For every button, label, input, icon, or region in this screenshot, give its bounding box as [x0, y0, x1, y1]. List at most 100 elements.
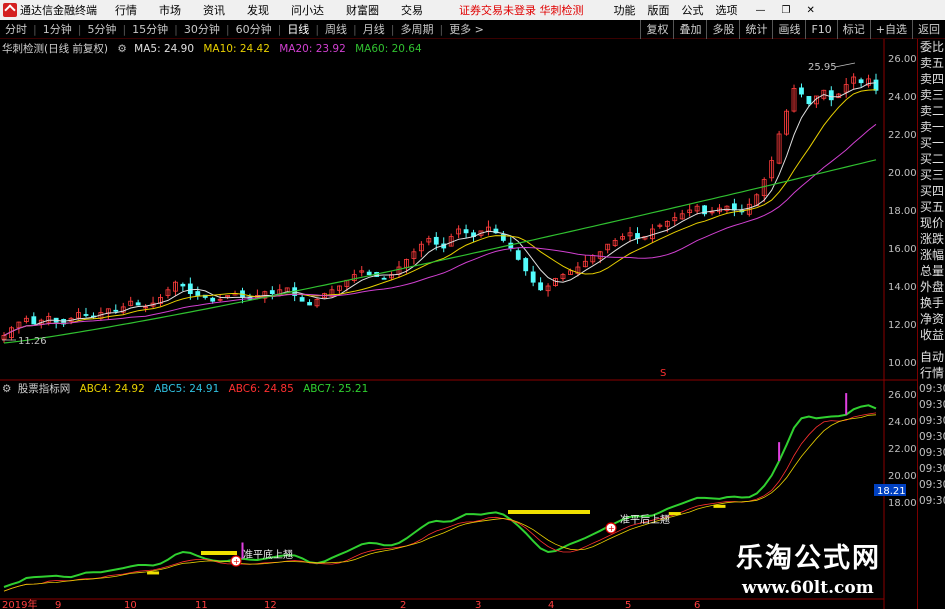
side-label[interactable]: 收益: [918, 327, 945, 343]
stock-chart[interactable]: 26.00 24.00 22.00 20.00 18.00 16.00 14.0…: [0, 39, 917, 609]
add-watchlist-button[interactable]: +自选: [869, 20, 912, 39]
candle-down: [135, 302, 141, 306]
price-tick: 18.00: [888, 498, 917, 509]
period-tab-60min[interactable]: 60分钟: [231, 21, 277, 37]
side-label[interactable]: 外盘: [918, 279, 945, 295]
adjust-button[interactable]: 复权: [640, 20, 673, 39]
candle-down: [366, 271, 372, 275]
multi-stock-button[interactable]: 多股: [706, 20, 739, 39]
date-tick: 10: [124, 600, 137, 609]
candlestick-series: [1, 73, 879, 343]
price-tick: 26.00: [888, 54, 917, 65]
menu-item-ask[interactable]: 问小达: [291, 2, 324, 18]
price-tick: 26.00: [888, 390, 917, 401]
price-tick: 18.00: [888, 206, 917, 217]
period-tab-intraday[interactable]: 分时: [0, 21, 32, 37]
period-tab-30min[interactable]: 30分钟: [179, 21, 225, 37]
back-button[interactable]: 返回: [912, 20, 945, 39]
tick-time: 09:30: [919, 479, 945, 491]
period-tab-more[interactable]: 更多 >: [444, 21, 489, 37]
restore-icon[interactable]: ❐: [782, 5, 791, 16]
yellow-bar: [508, 510, 590, 514]
candle-down: [731, 203, 737, 211]
date-tick: 4: [548, 600, 554, 609]
date-tick: 2019年: [2, 598, 37, 609]
period-tab-1min[interactable]: 1分钟: [38, 21, 77, 37]
side-label[interactable]: 涨幅: [918, 247, 945, 263]
side-label[interactable]: 总量: [918, 263, 945, 279]
menu-item-wealth[interactable]: 财富圈: [346, 2, 379, 18]
period-tab-15min[interactable]: 15分钟: [127, 21, 173, 37]
main-legend-title: 华刺检测(日线 前复权): [2, 43, 109, 55]
current-price-tag-text: 18.21: [877, 486, 906, 497]
minimize-icon[interactable]: —: [756, 5, 766, 16]
ma20-legend: MA20: 23.92: [279, 43, 346, 55]
side-label[interactable]: 卖三: [918, 87, 945, 103]
side-label[interactable]: 现价: [918, 215, 945, 231]
menu-item-discover[interactable]: 发现: [247, 2, 269, 18]
side-label[interactable]: 买三: [918, 167, 945, 183]
ma10-line: [3, 89, 877, 336]
menu-item-options[interactable]: 选项: [716, 2, 738, 18]
abc5-legend: ABC5: 24.91: [154, 383, 220, 395]
candle-down: [307, 302, 312, 306]
auto-label[interactable]: 自动: [918, 349, 945, 365]
overlay-button[interactable]: 叠加: [673, 20, 706, 39]
period-tab-5min[interactable]: 5分钟: [82, 21, 121, 37]
f10-button[interactable]: F10: [805, 20, 836, 39]
menu-item-quotes[interactable]: 行情: [115, 2, 137, 18]
date-tick: 11: [195, 600, 208, 609]
price-tick: 10.00: [888, 358, 917, 369]
side-label[interactable]: 委比: [918, 39, 945, 55]
side-label[interactable]: 卖四: [918, 71, 945, 87]
date-tick: 5: [625, 600, 631, 609]
app-logo-icon: [3, 3, 17, 17]
ma5-legend: MA5: 24.90: [134, 43, 194, 55]
candle-down: [210, 297, 216, 302]
mark-button[interactable]: 标记: [836, 20, 870, 39]
settings-icon[interactable]: ⚙: [2, 383, 11, 395]
stats-button[interactable]: 统计: [739, 20, 772, 39]
side-label[interactable]: 买五: [918, 199, 945, 215]
side-label[interactable]: 换手: [918, 295, 945, 311]
menu-item-function[interactable]: 功能: [614, 2, 636, 18]
side-label[interactable]: 买一: [918, 135, 945, 151]
close-icon[interactable]: ✕: [806, 5, 814, 16]
period-tab-daily[interactable]: 日线: [282, 21, 314, 37]
high-price-leader: [834, 62, 856, 68]
tick-time: 09:30: [919, 463, 945, 475]
draw-line-button[interactable]: 画线: [772, 20, 805, 39]
date-tick: 9: [55, 600, 61, 609]
side-label[interactable]: 卖一: [918, 119, 945, 135]
candle-down: [187, 283, 193, 295]
ma5-line: [3, 82, 877, 336]
menu-item-trade[interactable]: 交易: [401, 2, 423, 18]
ma20-line: [3, 123, 877, 336]
menu-item-layout[interactable]: 版面: [648, 2, 670, 18]
side-label[interactable]: 净资: [918, 311, 945, 327]
app-title: 通达信金融终端: [20, 4, 97, 17]
login-warning[interactable]: 证券交易未登录 华刺检测: [459, 2, 584, 18]
side-label[interactable]: 买二: [918, 151, 945, 167]
side-label[interactable]: 涨跌: [918, 231, 945, 247]
menu-item-news[interactable]: 资讯: [203, 2, 225, 18]
menu-item-formula[interactable]: 公式: [682, 2, 704, 18]
period-toolbar: 分时 | 1分钟 | 5分钟 | 15分钟 | 30分钟 | 60分钟 | 日线 | 周线 | …: [0, 20, 945, 39]
yellow-signal-bar: [668, 512, 681, 516]
period-tab-monthly[interactable]: 月线: [358, 21, 390, 37]
candle-down: [180, 283, 186, 287]
ma60-line: [3, 159, 877, 344]
menu-item-market[interactable]: 市场: [159, 2, 181, 18]
tick-time: 09:30: [919, 495, 945, 507]
yellow-signal-bar: [147, 571, 160, 575]
side-label[interactable]: 买四: [918, 183, 945, 199]
settings-icon[interactable]: ⚙: [117, 43, 126, 55]
quotes-label[interactable]: 行情: [918, 365, 945, 381]
side-label[interactable]: 卖五: [918, 55, 945, 71]
signal2-label: 准平后上翘: [620, 514, 670, 526]
period-tab-multi[interactable]: 多周期: [395, 21, 438, 37]
side-label[interactable]: 卖二: [918, 103, 945, 119]
toolbar-right-buttons: 复权 叠加 多股 统计 画线 F10 标记 +自选 返回: [640, 20, 945, 39]
period-tab-weekly[interactable]: 周线: [320, 21, 352, 37]
candle-down: [538, 282, 544, 291]
